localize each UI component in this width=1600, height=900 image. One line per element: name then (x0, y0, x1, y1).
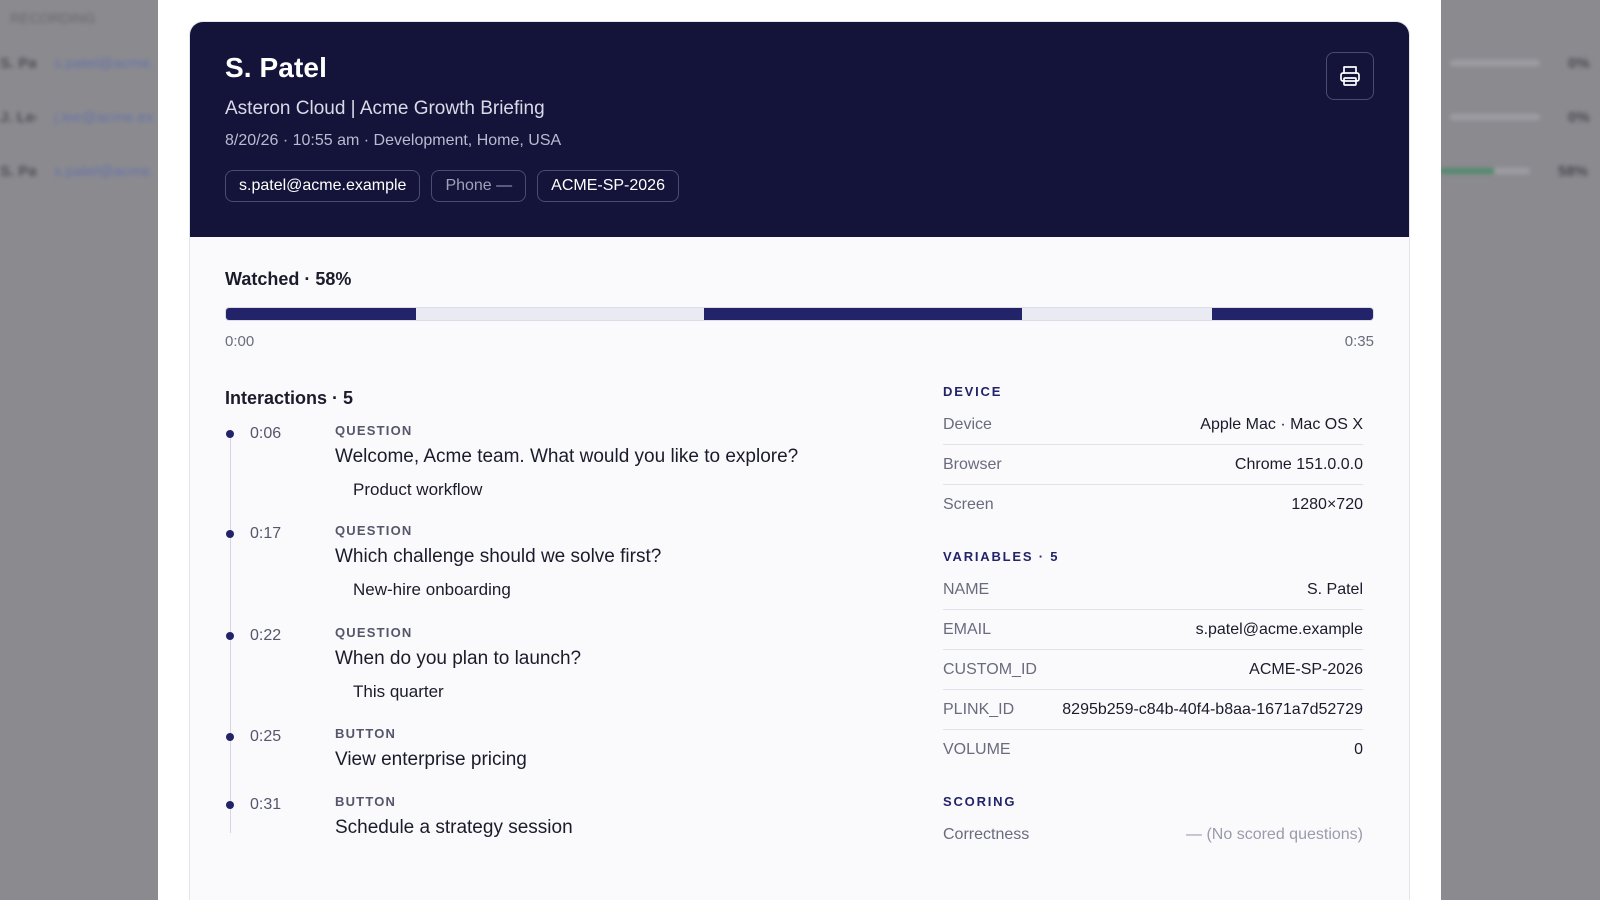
background-progress: 58% (1440, 162, 1600, 180)
interaction-time: 0:25 (250, 728, 282, 745)
device-title: DEVICE (943, 384, 1003, 399)
interaction-text: View enterprise pricing (335, 749, 527, 770)
timeline-dot (226, 430, 234, 438)
interaction-text: Welcome, Acme team. What would you like … (335, 446, 799, 467)
interaction-item: 0:17 QUESTION Which challenge should we … (225, 523, 943, 625)
variable-row: EMAIL s.patel@acme.example (943, 610, 1363, 650)
interaction-text: Which challenge should we solve first? (335, 546, 662, 567)
session-card: S. Patel Asteron Cloud | Acme Growth Bri… (189, 21, 1410, 900)
watched-segment (1212, 308, 1373, 320)
device-section: DEVICE Device Apple Mac · Mac OS X Browse… (943, 384, 1363, 525)
interaction-type: QUESTION (335, 423, 413, 438)
variables-title: VARIABLES · 5 (943, 549, 1060, 564)
device-row: Device Apple Mac · Mac OS X (943, 405, 1363, 445)
session-meta: 8/20/26 · 10:55 am · Development, Home, … (225, 132, 562, 149)
interaction-answer: New-hire onboarding (353, 580, 511, 599)
timeline-dot (226, 801, 234, 809)
screen-row: Screen 1280×720 (943, 496, 1363, 513)
printer-icon (1340, 66, 1360, 86)
interactions-list: 0:06 QUESTION Welcome, Acme team. What w… (225, 423, 943, 854)
timeline-dot (226, 530, 234, 538)
timeline-dot (226, 632, 234, 640)
variable-row: VOLUME 0 (943, 741, 1363, 758)
background-row: J. Lee j.lee@acme.example (0, 108, 154, 126)
interaction-time: 0:06 (250, 425, 282, 442)
interaction-type: QUESTION (335, 625, 413, 640)
interaction-item: 0:22 QUESTION When do you plan to launch… (225, 625, 943, 726)
phone-chip: Phone — (431, 170, 527, 202)
interaction-answer: This quarter (353, 682, 444, 701)
interaction-time: 0:22 (250, 627, 282, 644)
interaction-item: 0:31 BUTTON Schedule a strategy session (225, 794, 943, 854)
interaction-time: 0:17 (250, 525, 282, 542)
custom-id-chip[interactable]: ACME-SP-2026 (537, 170, 679, 202)
interaction-type: BUTTON (335, 794, 397, 809)
background-progress: 0% (1450, 108, 1600, 126)
scoring-section: SCORING Correctness — (No scored question… (943, 794, 1363, 855)
correctness-row: Correctness — (No scored questions) (943, 826, 1363, 843)
background-row: S. Patel s.patel@acme.example (0, 54, 154, 72)
email-chip[interactable]: s.patel@acme.example (225, 170, 421, 202)
browser-row: Browser Chrome 151.0.0.0 (943, 445, 1363, 485)
timeline-end: 0:35 (1344, 333, 1374, 350)
background-row: S. Patel s.patel@acme.example (0, 162, 154, 180)
timeline-start: 0:00 (225, 333, 255, 350)
interaction-type: BUTTON (335, 726, 397, 741)
watch-timeline (225, 307, 1374, 321)
background-progress: 0% (1450, 54, 1600, 72)
variable-row: PLINK_ID 8295b259-c84b-40f4-b8aa-1671a7d5… (943, 690, 1363, 730)
print-button[interactable] (1326, 52, 1374, 100)
session-body: Watched · 58% 0:00 0:35 Interactions · 5… (190, 269, 1409, 879)
watched-segment (704, 308, 1023, 320)
session-header: S. Patel Asteron Cloud | Acme Growth Bri… (190, 22, 1409, 237)
variable-row: CUSTOM_ID ACME-SP-2026 (943, 650, 1363, 690)
interaction-item: 0:25 BUTTON View enterprise pricing (225, 726, 943, 794)
variable-row: NAME S. Patel (943, 570, 1363, 610)
interaction-answer: Product workflow (353, 480, 483, 499)
interaction-text: Schedule a strategy session (335, 817, 573, 838)
video-title: Asteron Cloud | Acme Growth Briefing (225, 98, 545, 119)
interaction-item: 0:06 QUESTION Welcome, Acme team. What w… (225, 423, 943, 523)
interaction-text: When do you plan to launch? (335, 648, 582, 669)
details-panel: DEVICE Device Apple Mac · Mac OS X Browse… (943, 384, 1363, 879)
watched-label: Watched · 58% (225, 269, 352, 289)
variables-section: VARIABLES · 5 NAME S. Patel EMAIL s.patel@… (943, 549, 1363, 770)
contact-chips: s.patel@acme.example Phone — ACME-SP-202… (225, 170, 1374, 202)
scoring-title: SCORING (943, 794, 1017, 809)
interactions-panel: Interactions · 5 0:06 QUESTION Welcome, … (225, 388, 943, 879)
interaction-type: QUESTION (335, 523, 413, 538)
timeline-dot (226, 733, 234, 741)
interactions-title: Interactions · 5 (225, 388, 354, 408)
watched-segment (226, 308, 417, 320)
background-title: RECORDING (10, 10, 96, 26)
timeline-labels: 0:00 0:35 (225, 333, 1374, 350)
session-modal: S. Patel Asteron Cloud | Acme Growth Bri… (158, 0, 1441, 900)
viewer-name: S. Patel (225, 52, 327, 83)
interaction-time: 0:31 (250, 796, 282, 813)
